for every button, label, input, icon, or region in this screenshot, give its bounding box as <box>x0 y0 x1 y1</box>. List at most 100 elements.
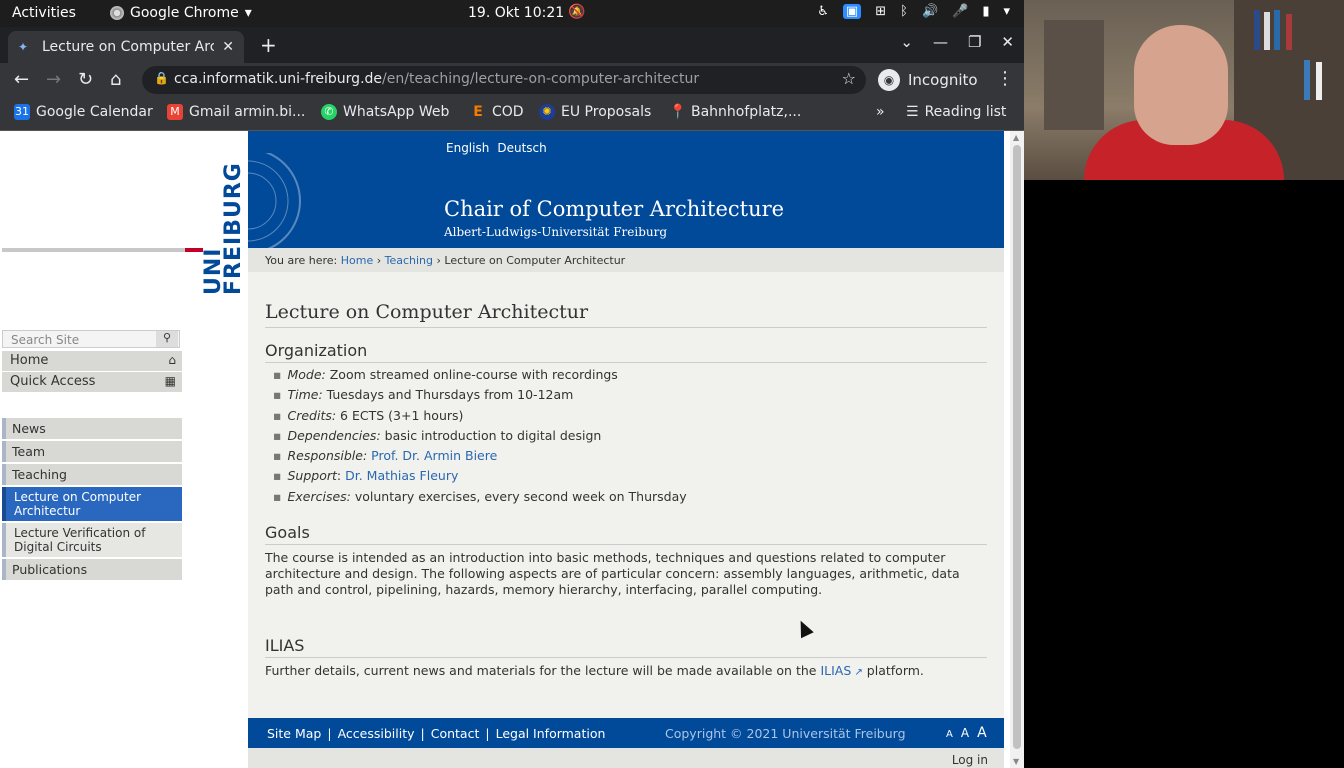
close-window-button[interactable]: ✕ <box>1001 33 1014 51</box>
item-label: Credits: <box>287 407 337 423</box>
bookmark-gmail[interactable]: M Gmail armin.bi... <box>167 104 305 120</box>
maximize-button[interactable]: ❐ <box>968 33 981 51</box>
page-scrollbar[interactable]: ▲ ▼ <box>1010 131 1024 768</box>
calendar-icon: 31 <box>14 104 30 120</box>
scroll-down-icon[interactable]: ▼ <box>1013 757 1019 766</box>
search-input[interactable]: Search Site ⚲ <box>2 330 180 348</box>
bookmark-whatsapp[interactable]: ✆ WhatsApp Web <box>321 104 449 120</box>
browser-tab[interactable]: ✦ Lecture on Computer Arc ✕ <box>8 31 244 63</box>
url-path: /en/teaching/lecture-on-computer-archite… <box>382 71 700 87</box>
scrollbar-thumb[interactable] <box>1013 145 1021 749</box>
activities-button[interactable]: Activities <box>12 5 76 21</box>
system-tray[interactable]: ♿ ▣ ⊞ ᛒ 🔊 🎤 ▮ ▾ <box>817 4 1010 19</box>
external-link-icon: ↗ <box>851 667 863 678</box>
bookmark-cod[interactable]: E COD <box>470 104 523 120</box>
eu-flag-icon: ✺ <box>539 104 555 120</box>
footer-accessibility-link[interactable]: Accessibility <box>338 726 415 741</box>
footer-sitemap-link[interactable]: Site Map <box>267 726 321 741</box>
bookmark-maps[interactable]: 📍 Bahnhofplatz,... <box>669 104 801 120</box>
reading-list-icon: ☰ <box>906 104 919 120</box>
sidebar-home[interactable]: Home ⌂ <box>2 351 182 371</box>
login-link[interactable]: Log in <box>952 753 988 767</box>
app-menu[interactable]: Google Chrome ▾ <box>110 5 252 21</box>
chrome-menu-icon[interactable]: ⋮ <box>996 68 1014 89</box>
bluetooth-icon: ᛒ <box>900 4 908 19</box>
item-text: Zoom streamed online-course with recordi… <box>325 367 618 382</box>
item-label: Support <box>287 468 337 484</box>
url-host: cca.informatik.uni-freiburg.de <box>174 71 383 87</box>
tab-search-icon[interactable]: ⌄ <box>900 33 913 51</box>
main-content: Lecture on Computer Architectur Organiza… <box>248 272 1004 718</box>
menu-item-publications[interactable]: Publications <box>2 559 182 580</box>
footer-legal-link[interactable]: Legal Information <box>496 726 606 741</box>
item-label: Dependencies: <box>287 427 381 443</box>
web-page: UNI FREIBURG English Deutsch Chair of Co… <box>0 131 1010 768</box>
menu-item-team[interactable]: Team <box>2 441 182 462</box>
item-text: Tuesdays and Thursdays from 10-12am <box>322 387 574 403</box>
breadcrumb-current: Lecture on Computer Architectur <box>444 254 626 267</box>
menu-item-lecture-computer-architecture[interactable]: Lecture on Computer Architectur <box>2 487 182 521</box>
breadcrumb-teaching[interactable]: Teaching <box>385 254 433 267</box>
chrome-icon <box>110 6 124 20</box>
bookmark-label: Google Calendar <box>36 104 153 120</box>
responsible-link[interactable]: Prof. Dr. Armin Biere <box>371 448 497 463</box>
footer-contact-link[interactable]: Contact <box>431 726 480 741</box>
lock-icon[interactable]: 🔒 <box>154 71 169 85</box>
page-title: Lecture on Computer Architectur <box>265 301 987 328</box>
item-label: Exercises: <box>287 488 351 504</box>
ilias-link[interactable]: ILIAS <box>820 663 851 678</box>
item-text: 6 ECTS (3+1 hours) <box>336 407 464 423</box>
lang-deutsch[interactable]: Deutsch <box>497 141 546 155</box>
list-item-support: Support: Dr. Mathias Fleury <box>273 468 687 488</box>
logo-line-freiburg: FREIBURG <box>221 162 246 295</box>
goals-heading: Goals <box>265 523 987 545</box>
bookmarks-bar: 31 Google Calendar M Gmail armin.bi... ✆… <box>0 97 1024 131</box>
support-link[interactable]: Dr. Mathias Fleury <box>345 468 458 483</box>
browser-toolbar: ← → ↻ ⌂ 🔒 cca.informatik.uni-freiburg.de… <box>0 63 1024 97</box>
system-top-bar: Activities Google Chrome ▾ 19. Okt 10:21… <box>0 0 1024 27</box>
sidebar-quick-access[interactable]: Quick Access ▦ <box>2 372 182 392</box>
network-icon: ⊞ <box>875 4 887 19</box>
bookmark-eu-proposals[interactable]: ✺ EU Proposals <box>539 104 651 120</box>
university-seal-icon <box>248 153 301 249</box>
breadcrumb-home[interactable]: Home <box>341 254 373 267</box>
microphone-icon: 🎤 <box>952 4 969 19</box>
shelf <box>1044 20 1104 130</box>
item-label: Mode: <box>287 367 326 382</box>
close-tab-icon[interactable]: ✕ <box>222 39 234 55</box>
new-tab-button[interactable]: + <box>260 33 277 57</box>
search-icon[interactable]: ⚲ <box>156 331 178 347</box>
language-switcher: English Deutsch <box>446 141 547 155</box>
home-button[interactable]: ⌂ <box>110 69 121 90</box>
incognito-indicator[interactable]: ◉ Incognito <box>878 69 978 91</box>
university-logo[interactable]: UNI FREIBURG <box>0 131 248 321</box>
forward-button[interactable]: → <box>46 69 61 90</box>
reading-list-button[interactable]: ☰ Reading list <box>906 104 1006 120</box>
list-item-time: Time: Tuesdays and Thursdays from 10-12a… <box>273 387 687 407</box>
minimize-button[interactable]: — <box>933 33 948 51</box>
more-bookmarks-icon[interactable]: » <box>876 104 885 120</box>
sidebar-quick-access-label: Quick Access <box>10 374 96 389</box>
address-bar[interactable]: 🔒 cca.informatik.uni-freiburg.de/en/teac… <box>142 66 866 94</box>
scroll-up-icon[interactable]: ▲ <box>1013 133 1019 142</box>
footer-separator: | <box>327 726 332 741</box>
footer-links: Site Map | Accessibility | Contact | Leg… <box>267 726 605 741</box>
ilias-pre: Further details, current news and materi… <box>265 663 821 678</box>
bookmark-star-icon[interactable]: ☆ <box>842 69 856 88</box>
reload-button[interactable]: ↻ <box>78 69 93 90</box>
font-size-small[interactable]: A <box>946 729 953 740</box>
lang-english[interactable]: English <box>446 141 489 155</box>
ilias-text: Further details, current news and materi… <box>265 663 987 681</box>
menu-item-teaching[interactable]: Teaching <box>2 464 182 485</box>
clock[interactable]: 19. Okt 10:21 <box>468 5 564 21</box>
menu-item-lecture-verification[interactable]: Lecture Verification of Digital Circuits <box>2 523 182 557</box>
menu-item-news[interactable]: News <box>2 418 182 439</box>
font-size-medium[interactable]: A <box>961 726 969 740</box>
font-size-large[interactable]: A <box>977 725 987 741</box>
back-button[interactable]: ← <box>14 69 29 90</box>
site-header: English Deutsch Chair of Computer Archit… <box>248 131 1004 249</box>
goals-text: The course is intended as an introductio… <box>265 550 960 597</box>
person-head <box>1134 25 1228 145</box>
book <box>1286 14 1292 50</box>
bookmark-google-calendar[interactable]: 31 Google Calendar <box>14 104 153 120</box>
